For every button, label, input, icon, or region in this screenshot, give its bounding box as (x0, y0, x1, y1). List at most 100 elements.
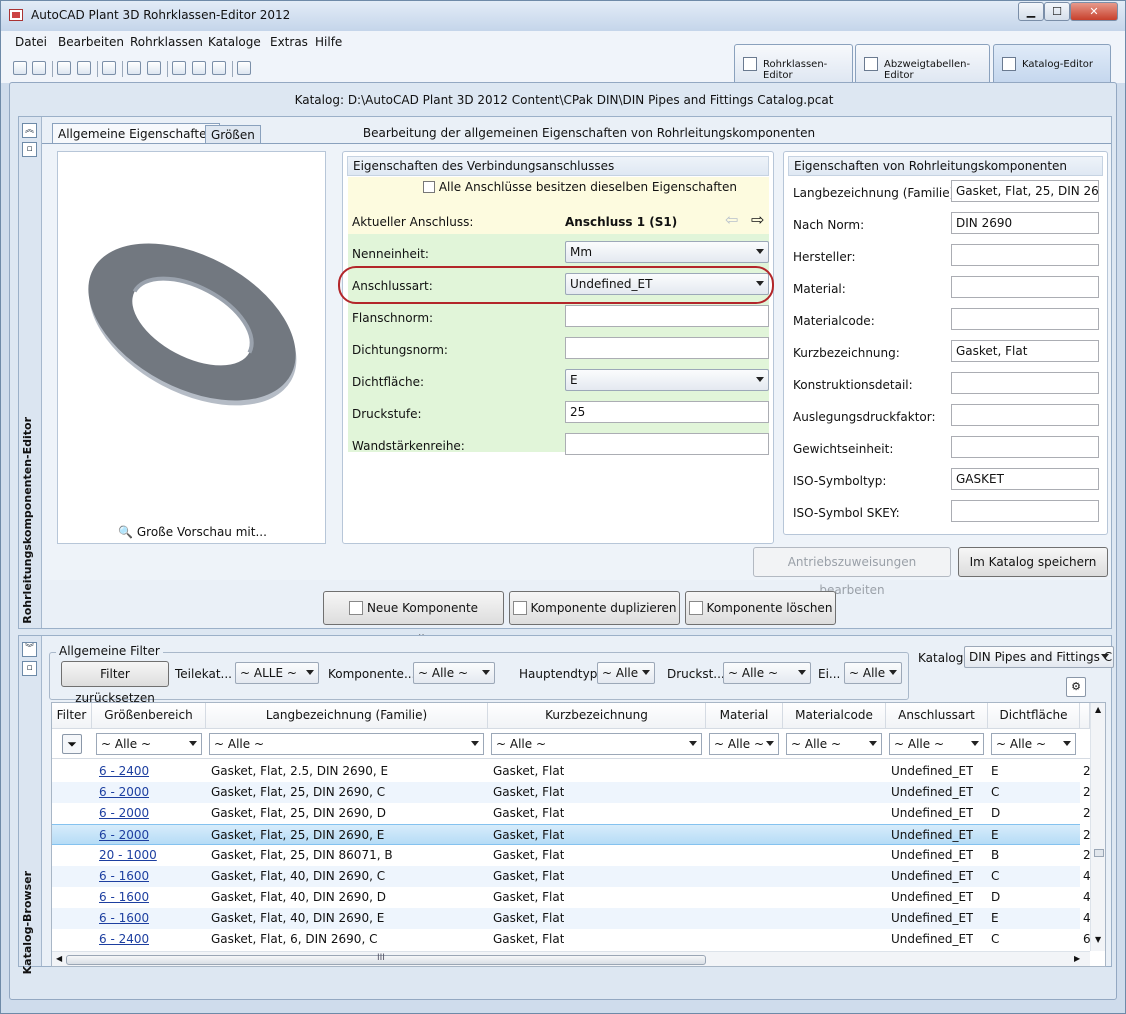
minimize-button[interactable]: ▁ (1018, 2, 1044, 21)
collapse-down-icon[interactable]: ︾ (22, 642, 37, 657)
same-props-checkbox[interactable] (423, 181, 435, 193)
col-facing[interactable]: Dichtfläche (988, 703, 1080, 729)
cut-icon[interactable] (172, 61, 186, 75)
app-window: AutoCAD Plant 3D Rohrklassen-Editor 2012… (0, 0, 1126, 1014)
iso-symbol-type-input[interactable]: GASKET (951, 468, 1099, 490)
material-code-input[interactable] (951, 308, 1099, 330)
table-row[interactable]: 6 - 2400 Gasket, Flat, 2.5, DIN 2690, E Ga… (52, 761, 1091, 782)
save-icon[interactable] (57, 61, 71, 75)
col-size-range[interactable]: Größenbereich (92, 703, 206, 729)
current-connection-value: Anschluss 1 (S1) (565, 215, 678, 229)
menu-hilfe[interactable]: Hilfe (315, 35, 342, 49)
delete-component-button[interactable]: Komponente löschen (685, 591, 836, 625)
delete-icon (688, 601, 703, 615)
component-settings-icon[interactable]: ⚙ (1066, 677, 1086, 697)
table-row[interactable]: 6 - 2000 Gasket, Flat, 25, DIN 2690, C Gas… (52, 782, 1091, 803)
col-material-code[interactable]: Materialcode (783, 703, 886, 729)
print-icon[interactable] (102, 61, 116, 75)
iso-symbol-skey-input[interactable] (951, 500, 1099, 522)
browser-dock-icon[interactable]: ▫ (22, 661, 37, 676)
dock-icon[interactable]: ▫ (22, 142, 37, 157)
col-material[interactable]: Material (706, 703, 783, 729)
flange-standard-input[interactable] (565, 305, 769, 327)
menu-extras[interactable]: Extras (270, 35, 308, 49)
main-end-type-select[interactable]: ~ Alle (597, 662, 655, 684)
wall-thickness-input[interactable] (565, 433, 769, 455)
copy-icon[interactable] (192, 61, 206, 75)
nominal-unit-select[interactable]: Mm (565, 241, 769, 263)
table-row[interactable]: 6 - 2400 Gasket, Flat, 6, DIN 2690, C Gask… (52, 929, 1091, 950)
pressure-filter-select[interactable]: ~ Alle ~ (723, 662, 811, 684)
scroll-up-icon[interactable]: ▲ (1095, 705, 1101, 714)
help-icon[interactable] (237, 61, 251, 75)
col-end-type[interactable]: Anschlussart (886, 703, 988, 729)
open-icon[interactable] (32, 61, 46, 75)
funnel-icon[interactable]: ⏷ (62, 734, 82, 754)
part-category-select[interactable]: ~ ALLE ~ (235, 662, 319, 684)
material-input[interactable] (951, 276, 1099, 298)
reset-filter-button[interactable]: Filter zurücksetzen (61, 661, 169, 705)
menu-kataloge[interactable]: Kataloge (208, 35, 261, 49)
filter-material-code[interactable]: ~ Alle ~ (786, 733, 882, 755)
tab-rohrklassen-editor[interactable]: Rohrklassen-Editor (734, 44, 853, 82)
new-icon[interactable] (13, 61, 27, 75)
save-all-icon[interactable] (77, 61, 91, 75)
unit-filter-select[interactable]: ~ Alle (844, 662, 902, 684)
facing-select[interactable]: E (565, 369, 769, 391)
table-row[interactable]: 6 - 1600 Gasket, Flat, 40, DIN 2690, E Gas… (52, 908, 1091, 929)
tab-abzweigtabellen-editor[interactable]: Abzweigtabellen-Editor (855, 44, 990, 82)
col-short-description[interactable]: Kurzbezeichnung (488, 703, 706, 729)
menu-datei[interactable]: Datei (15, 35, 47, 49)
previous-connection-arrow-icon[interactable]: ⇦ (725, 210, 738, 229)
pressure-class-input[interactable]: 25 (565, 401, 769, 423)
table-row[interactable]: 20 - 1000 Gasket, Flat, 25, DIN 86071, BG… (52, 845, 1091, 866)
tab-allgemeine-eigenschaften[interactable]: Allgemeine Eigenschaften (52, 123, 221, 143)
menu-bearbeiten[interactable]: Bearbeiten (58, 35, 124, 49)
close-button[interactable]: ✕ (1070, 2, 1118, 21)
catalog-select-label: Katalog: (918, 651, 968, 665)
horizontal-scrollbar[interactable]: ◀ III ▶ (52, 951, 1090, 966)
tab-katalog-editor[interactable]: Katalog-Editor (993, 44, 1111, 82)
save-to-catalog-button[interactable]: Im Katalog speichern (958, 547, 1108, 577)
vertical-scroll-thumb[interactable] (1094, 849, 1104, 857)
maximize-button[interactable]: ☐ (1044, 2, 1070, 21)
filter-material[interactable]: ~ Alle ~ (709, 733, 779, 755)
horizontal-scroll-thumb[interactable]: III (66, 953, 706, 965)
export-icon[interactable] (127, 61, 141, 75)
col-filter[interactable]: Filter (52, 703, 92, 729)
long-description-input[interactable]: Gasket, Flat, 25, DIN 2690, E (951, 180, 1099, 202)
col-long-description[interactable]: Langbezeichnung (Familie) (206, 703, 488, 729)
filter-facing[interactable]: ~ Alle ~ (991, 733, 1076, 755)
tab-groessen[interactable]: Größen (205, 125, 261, 143)
scroll-down-icon[interactable]: ▼ (1095, 935, 1101, 944)
component-type-select[interactable]: ~ Alle ~ (413, 662, 495, 684)
design-detail-input[interactable] (951, 372, 1099, 394)
table-row[interactable]: 6 - 1600 Gasket, Flat, 40, DIN 2690, D Gas… (52, 887, 1091, 908)
edit-drive-assignments-button[interactable]: Antriebszuweisungen bearbeiten (753, 547, 951, 597)
design-pressure-factor-input[interactable] (951, 404, 1099, 426)
filter-end-type[interactable]: ~ Alle ~ (889, 733, 984, 755)
large-preview-link[interactable]: 🔍 Große Vorschau mit... (58, 525, 327, 539)
filter-short-description[interactable]: ~ Alle ~ (491, 733, 702, 755)
scroll-left-icon[interactable]: ◀ (56, 954, 62, 963)
menu-rohrklassen[interactable]: Rohrklassen (130, 35, 203, 49)
short-description-input[interactable]: Gasket, Flat (951, 340, 1099, 362)
duplicate-component-button[interactable]: Komponente duplizieren (509, 591, 680, 625)
next-connection-arrow-icon[interactable]: ⇨ (751, 210, 764, 229)
import-icon[interactable] (147, 61, 161, 75)
table-row-selected[interactable]: 6 - 2000 Gasket, Flat, 25, DIN 2690, E Gas… (52, 824, 1091, 845)
vertical-scrollbar[interactable]: ▲ ▼ (1090, 703, 1105, 951)
paste-icon[interactable] (212, 61, 226, 75)
gasket-standard-input[interactable] (565, 337, 769, 359)
filter-size-range[interactable]: ~ Alle ~ (96, 733, 202, 755)
new-component-button[interactable]: Neue Komponente erstellen (323, 591, 504, 647)
manufacturer-input[interactable] (951, 244, 1099, 266)
catalog-select[interactable]: DIN Pipes and Fittings C (964, 646, 1114, 668)
table-row[interactable]: 6 - 2000 Gasket, Flat, 25, DIN 2690, D Gas… (52, 803, 1091, 824)
filter-long-description[interactable]: ~ Alle ~ (209, 733, 484, 755)
standard-input[interactable]: DIN 2690 (951, 212, 1099, 234)
weight-unit-input[interactable] (951, 436, 1099, 458)
table-row[interactable]: 6 - 1600 Gasket, Flat, 40, DIN 2690, C Gas… (52, 866, 1091, 887)
scroll-right-icon[interactable]: ▶ (1074, 954, 1080, 963)
collapse-up-icon[interactable]: ︽ (22, 123, 37, 138)
